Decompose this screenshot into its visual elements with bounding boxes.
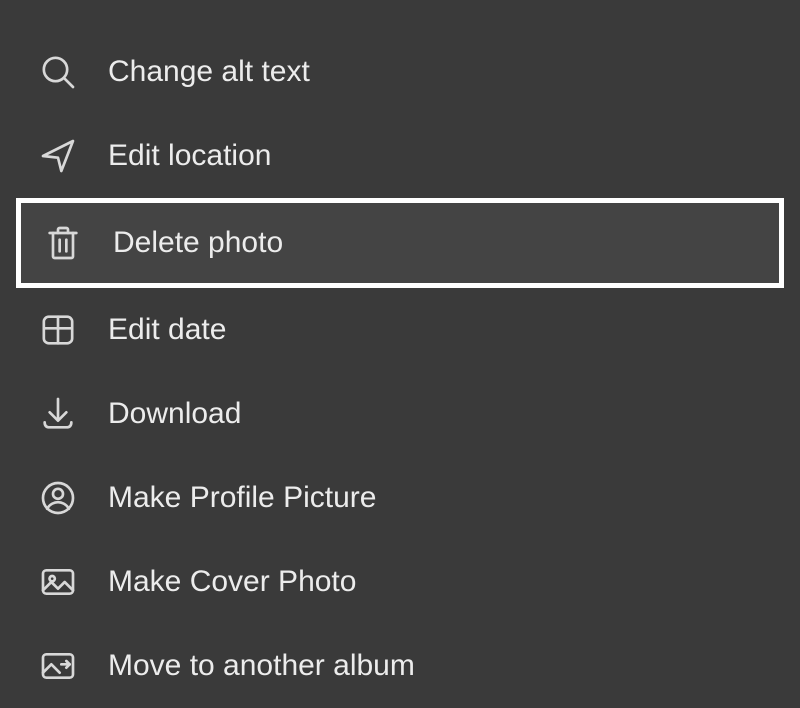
menu-item-label: Download (108, 397, 241, 431)
menu-item-label: Edit location (108, 139, 271, 173)
menu-item-edit-date[interactable]: Edit date (0, 288, 800, 372)
search-icon (36, 50, 80, 94)
trash-icon (41, 221, 85, 265)
menu-item-download[interactable]: Download (0, 372, 800, 456)
menu-item-edit-location[interactable]: Edit location (0, 114, 800, 198)
location-arrow-icon (36, 134, 80, 178)
profile-icon (36, 476, 80, 520)
menu-item-make-profile-picture[interactable]: Make Profile Picture (0, 456, 800, 540)
menu-item-label: Delete photo (113, 226, 283, 260)
menu-item-move-to-another-album[interactable]: Move to another album (0, 624, 800, 708)
menu-item-label: Make Cover Photo (108, 565, 356, 599)
menu-item-label: Change alt text (108, 55, 310, 89)
menu-item-make-cover-photo[interactable]: Make Cover Photo (0, 540, 800, 624)
image-icon (36, 560, 80, 604)
menu-item-label: Make Profile Picture (108, 481, 376, 515)
menu-item-delete-photo[interactable]: Delete photo (16, 198, 784, 288)
calendar-icon (36, 308, 80, 352)
download-icon (36, 392, 80, 436)
context-menu: Change alt text Edit location Delete pho… (0, 0, 800, 703)
menu-item-label: Edit date (108, 313, 226, 347)
move-image-icon (36, 644, 80, 688)
menu-item-change-alt-text[interactable]: Change alt text (0, 30, 800, 114)
menu-item-label: Move to another album (108, 649, 415, 683)
